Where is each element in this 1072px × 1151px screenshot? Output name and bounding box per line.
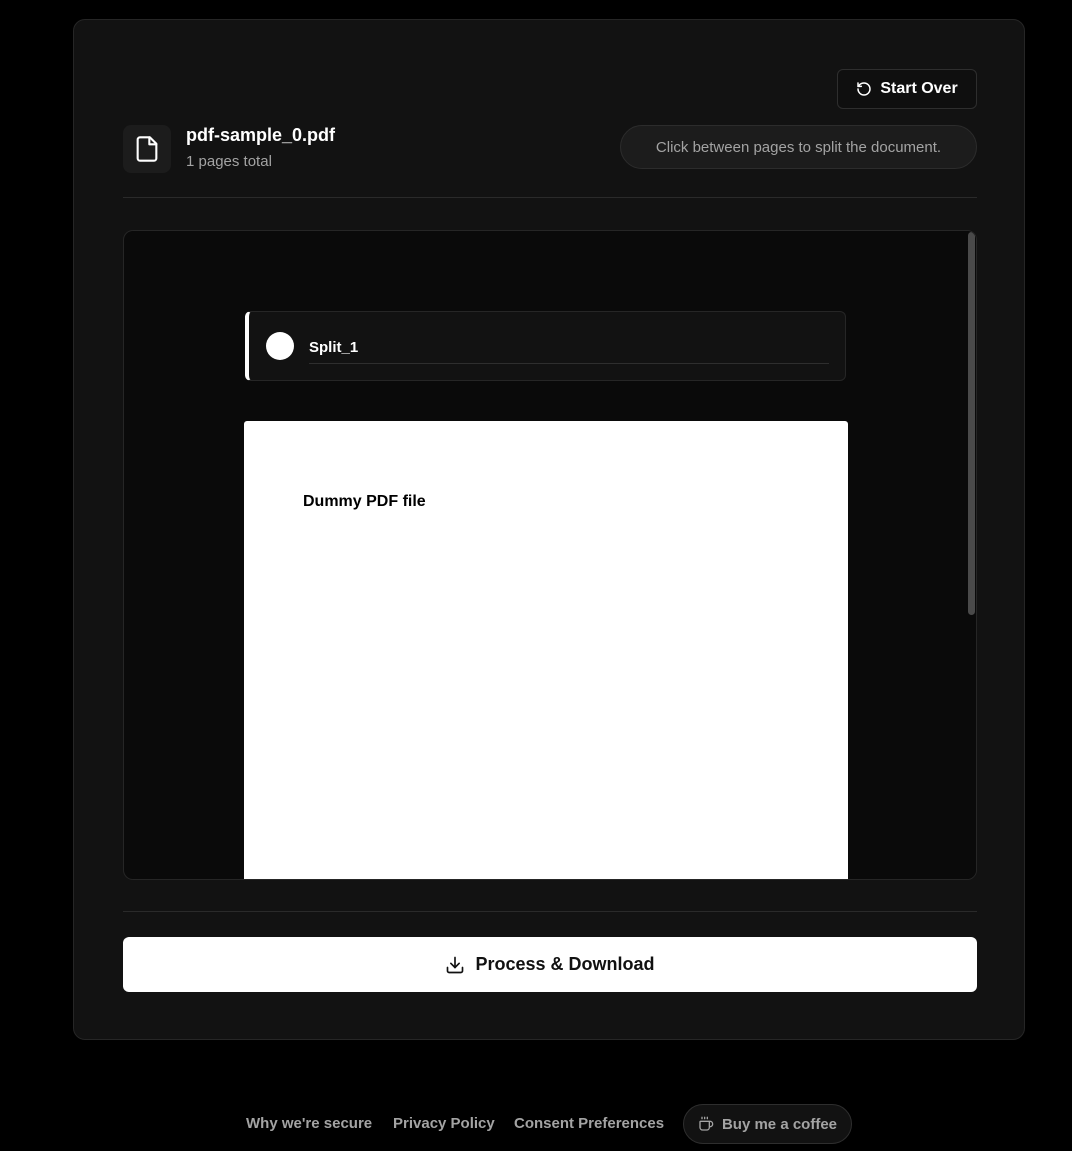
- pdf-page-thumbnail[interactable]: Dummy PDF file: [244, 421, 848, 879]
- page-content-text: Dummy PDF file: [303, 493, 426, 510]
- process-download-label: Process & Download: [475, 954, 655, 974]
- file-icon: [123, 125, 171, 173]
- rotate-ccw-icon: [856, 81, 872, 97]
- footer-link-privacy[interactable]: Privacy Policy: [393, 1115, 495, 1132]
- split-name-input[interactable]: [309, 337, 829, 364]
- process-download-button[interactable]: Process & Download: [123, 937, 977, 992]
- split-group-header: [245, 311, 846, 381]
- download-icon: [445, 955, 465, 975]
- footer: Why we're secure Privacy Policy Consent …: [0, 1104, 1072, 1144]
- divider: [123, 197, 977, 198]
- page-count: 1 pages total: [186, 153, 272, 170]
- footer-link-consent[interactable]: Consent Preferences: [514, 1115, 664, 1132]
- split-color-swatch[interactable]: [266, 332, 294, 360]
- start-over-button[interactable]: Start Over: [837, 69, 977, 109]
- buy-coffee-button[interactable]: Buy me a coffee: [683, 1104, 852, 1144]
- scrollbar-thumb[interactable]: [968, 232, 975, 615]
- buy-coffee-label: Buy me a coffee: [721, 1115, 838, 1133]
- footer-link-security[interactable]: Why we're secure: [246, 1115, 372, 1132]
- start-over-label: Start Over: [880, 80, 958, 97]
- split-hint: Click between pages to split the documen…: [620, 125, 977, 169]
- divider: [123, 911, 977, 912]
- document-viewer[interactable]: Dummy PDF file: [123, 230, 977, 880]
- split-hint-text: Click between pages to split the documen…: [655, 138, 942, 156]
- scrollbar[interactable]: [966, 231, 976, 879]
- file-name: pdf-sample_0.pdf: [186, 125, 336, 145]
- coffee-icon: [698, 1116, 714, 1132]
- split-tool-card: Start Over pdf-sample_0.pdf 1 pages tota…: [73, 19, 1025, 1040]
